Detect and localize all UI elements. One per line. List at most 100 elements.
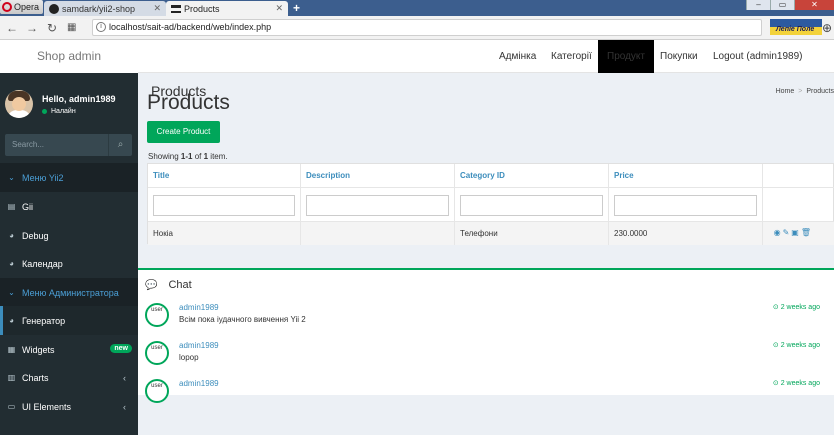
filter-category-input[interactable]: [460, 195, 603, 216]
sidebar-item-ui-elements[interactable]: ▭ UI Elements ‹: [0, 392, 138, 421]
tab-title: samdark/yii2-shop: [62, 3, 136, 14]
message-author[interactable]: admin1989: [179, 379, 219, 388]
laptop-icon: ▭: [7, 402, 16, 411]
download-icon[interactable]: ⊕: [822, 21, 832, 35]
tab-title: Products: [184, 3, 220, 14]
nav-purchases[interactable]: Покупки: [651, 40, 707, 73]
breadcrumb-current: Products: [806, 88, 834, 95]
user-avatar: user: [145, 379, 169, 403]
close-tab-icon[interactable]: ✕: [153, 3, 161, 14]
chat-message: user admin1989 Всім пока іудачного вивче…: [138, 300, 834, 336]
delete-icon[interactable]: 🗑: [801, 229, 811, 237]
sidebar-item-widgets[interactable]: ▦ Widgets new: [0, 335, 138, 364]
search-icon[interactable]: ⌕: [108, 134, 132, 156]
message-time: ⊙ 2 weeks ago: [772, 380, 820, 387]
column-description[interactable]: Description: [301, 164, 455, 187]
close-window-icon[interactable]: ✕: [794, 0, 834, 10]
nav-categories[interactable]: Категорії: [542, 40, 601, 73]
message-time: ⊙ 2 weeks ago: [772, 304, 820, 311]
speed-dial-icon[interactable]: ▦: [67, 22, 76, 33]
column-title[interactable]: Title: [148, 164, 301, 187]
sidebar-item-label: Widgets: [22, 344, 55, 355]
chat-message: user admin1989 ⊙ 2 weeks ago: [138, 376, 834, 412]
message-author[interactable]: admin1989: [179, 341, 219, 350]
grid-filter-row: [148, 188, 834, 222]
create-product-button[interactable]: Create Product: [147, 121, 220, 143]
edit-icon[interactable]: ✎: [783, 229, 790, 237]
github-icon: [49, 3, 59, 14]
th-icon: ▦: [7, 345, 16, 354]
sidebar-item-gii[interactable]: ▤ Gii: [0, 192, 138, 221]
status-text: Налайн: [51, 108, 76, 115]
opera-logo-icon: [2, 2, 12, 12]
sidebar-search[interactable]: Search... ⌕: [5, 134, 132, 156]
filter-description-input[interactable]: [306, 195, 449, 216]
cell-category: Телефони: [455, 222, 609, 245]
sidebar-item-label: Charts: [22, 372, 49, 383]
online-dot-icon: [42, 109, 47, 114]
table-row: Нокіа Телефони 230.0000 ◉ ✎ ▣ 🗑: [148, 222, 834, 245]
view-icon[interactable]: ◉: [774, 229, 781, 237]
nav-products[interactable]: Продукт: [598, 40, 654, 73]
user-avatar: user: [145, 341, 169, 365]
tab-products[interactable]: Products ✕: [166, 1, 288, 16]
cell-description: [301, 222, 455, 245]
url-field[interactable]: i localhost/sait-ad/backend/web/index.ph…: [92, 19, 762, 36]
comments-icon: 💬: [145, 279, 158, 291]
sidebar-item-label: Gii: [22, 201, 33, 212]
grid-summary: Showing 1-1 of 1 item.: [148, 152, 228, 161]
forward-icon[interactable]: →: [26, 21, 38, 35]
breadcrumb-home[interactable]: Home: [776, 88, 795, 95]
ship-icon: [171, 4, 181, 13]
sidebar-item-label: Календар: [22, 258, 63, 269]
user-avatar: user: [145, 303, 169, 327]
browser-tab-bar: Opera samdark/yii2-shop ✕ Products ✕ + –…: [0, 0, 834, 16]
top-navigation: Адмінка Категорії Продукт Покупки Logout…: [138, 40, 834, 73]
back-icon[interactable]: ←: [6, 21, 18, 35]
info-icon[interactable]: i: [96, 22, 106, 32]
message-author[interactable]: admin1989: [179, 303, 219, 312]
filter-title-input[interactable]: [153, 195, 295, 216]
sidebar-item-charts[interactable]: ▥ Charts ‹: [0, 363, 138, 392]
column-price[interactable]: Price: [609, 164, 763, 187]
chevron-down-icon: ⌄: [8, 173, 15, 182]
sidebar-item-menu-admin[interactable]: ⌄ Меню Администратора: [0, 278, 138, 307]
minimize-icon[interactable]: –: [746, 0, 770, 10]
status-badge: Налайн: [42, 108, 76, 115]
flag-extension-icon[interactable]: Лепіе Поле: [770, 19, 822, 37]
dashboard-icon: ◕: [9, 231, 14, 240]
address-bar-row: ← → ↻ ▦ i localhost/sait-ad/backend/web/…: [0, 16, 834, 40]
products-grid: Title Description Category ID Price Нокі…: [147, 163, 834, 245]
app-logo[interactable]: Shop admin: [0, 40, 138, 73]
close-tab-icon[interactable]: ✕: [275, 3, 283, 14]
filter-price-input[interactable]: [614, 195, 757, 216]
reload-icon[interactable]: ↻: [47, 21, 57, 35]
image-icon[interactable]: ▣: [791, 229, 799, 237]
page-title: Products: [147, 91, 230, 114]
avatar: [5, 90, 33, 118]
search-input[interactable]: Search...: [12, 140, 44, 149]
sidebar-item-menu-yii2[interactable]: ⌄ Меню Yii2: [0, 163, 138, 192]
file-code-icon: ▤: [7, 202, 16, 211]
new-badge: new: [110, 344, 132, 353]
window-controls: – ▭ ✕: [746, 0, 834, 10]
bar-chart-icon: ▥: [7, 373, 16, 382]
sidebar-item-label: UI Elements: [22, 401, 72, 412]
chevron-down-icon: ⌄: [8, 288, 15, 297]
nav-admin[interactable]: Адмінка: [490, 40, 545, 73]
opera-label: Opera: [14, 2, 40, 12]
grid-header-row: Title Description Category ID Price: [148, 164, 834, 188]
column-category-id[interactable]: Category ID: [455, 164, 609, 187]
new-tab-button[interactable]: +: [293, 1, 300, 15]
sidebar-item-debug[interactable]: ◕ Debug: [0, 221, 138, 250]
dashboard-icon: ◕: [9, 316, 14, 325]
nav-logout[interactable]: Logout (admin1989): [704, 40, 812, 73]
maximize-icon[interactable]: ▭: [770, 0, 794, 10]
sidebar-item-generator[interactable]: ◕ Генератор: [0, 306, 138, 335]
sidebar-item-calendar[interactable]: ◕ Календар: [0, 249, 138, 278]
tab-samdark[interactable]: samdark/yii2-shop ✕: [44, 1, 166, 16]
chat-box: 💬 Chat user admin1989 Всім пока іудачног…: [138, 268, 834, 403]
sidebar-item-label: Debug: [22, 230, 49, 241]
chevron-left-icon: ‹: [123, 372, 126, 383]
opera-menu-button[interactable]: Opera: [0, 0, 44, 14]
